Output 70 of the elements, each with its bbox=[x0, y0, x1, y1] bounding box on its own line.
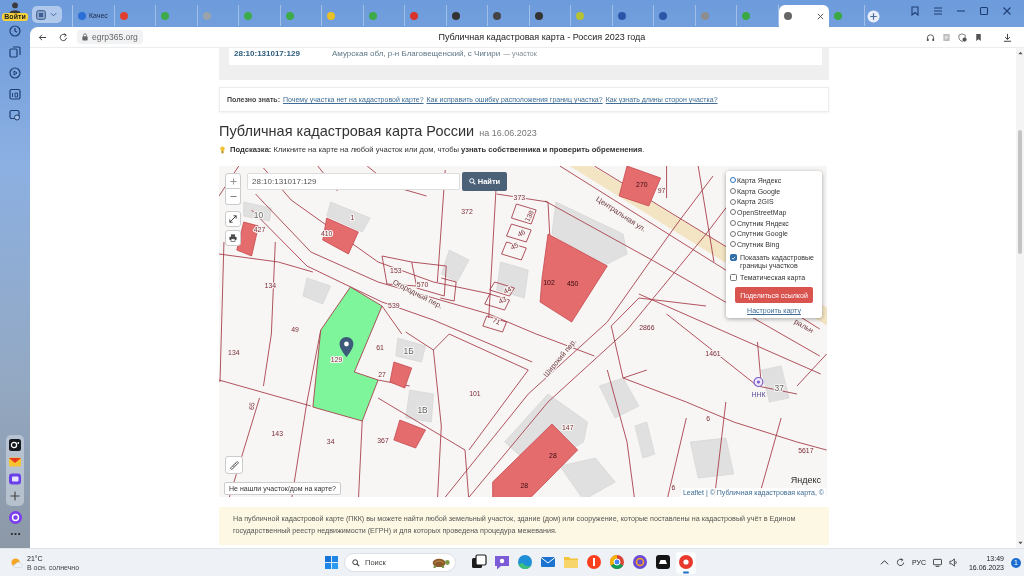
monitor-icon[interactable] bbox=[932, 558, 942, 567]
cards-icon[interactable] bbox=[9, 46, 21, 58]
circle-marker-icon bbox=[753, 376, 764, 388]
radio-button[interactable] bbox=[730, 198, 736, 205]
print-button[interactable] bbox=[225, 230, 241, 246]
radio-button[interactable] bbox=[730, 230, 736, 237]
plus-icon[interactable] bbox=[9, 490, 21, 502]
ribbon-icon[interactable] bbox=[910, 5, 920, 16]
page-title: Публичная кадастровая карта - Россия 2023 года bbox=[438, 32, 646, 42]
radio-button[interactable] bbox=[730, 241, 736, 248]
headphones-icon[interactable] bbox=[926, 32, 935, 42]
bookmark-icon[interactable] bbox=[974, 32, 983, 42]
close-icon[interactable] bbox=[816, 12, 824, 20]
search-input[interactable]: 28:10:131017:129 bbox=[247, 173, 460, 190]
map-provider-logo: Яндекс bbox=[790, 475, 821, 485]
window-tile-icon[interactable] bbox=[9, 473, 21, 485]
browser-tab[interactable] bbox=[778, 5, 829, 27]
square-icon bbox=[36, 9, 46, 20]
checkbox[interactable] bbox=[730, 274, 737, 282]
expand-icon bbox=[229, 215, 237, 223]
calendar-icon[interactable] bbox=[9, 88, 21, 100]
new-tab-icon[interactable] bbox=[866, 10, 880, 23]
play-icon[interactable] bbox=[9, 67, 21, 79]
camera-tile-icon[interactable] bbox=[9, 439, 21, 451]
house-number: 1Б bbox=[403, 345, 414, 357]
tab-menu-button[interactable] bbox=[32, 6, 62, 23]
map-marker-icon[interactable] bbox=[339, 337, 354, 357]
caret-icon bbox=[50, 12, 57, 17]
search-icon bbox=[468, 178, 476, 185]
four-squares-icon[interactable] bbox=[325, 556, 338, 569]
radio-button[interactable] bbox=[730, 209, 736, 216]
avatar-icon[interactable] bbox=[9, 2, 21, 13]
zoom-in-button[interactable] bbox=[225, 173, 241, 189]
image-frame-icon[interactable] bbox=[9, 109, 21, 121]
more-icon[interactable] bbox=[9, 532, 21, 536]
sync-icon[interactable] bbox=[895, 558, 905, 567]
envelope-icon[interactable] bbox=[9, 456, 21, 468]
heading-date: на 16.06.2023 bbox=[479, 127, 537, 140]
ruler-icon bbox=[229, 460, 239, 470]
cadastral-number: 28:10:131017:129 bbox=[234, 48, 301, 60]
printer-icon bbox=[229, 234, 237, 242]
page-heading: Публичная кадастровая карта России bbox=[219, 123, 475, 139]
maximize-icon[interactable] bbox=[979, 5, 989, 16]
bulb-icon bbox=[220, 146, 225, 154]
plus-icon bbox=[229, 177, 237, 185]
download-icon[interactable] bbox=[1003, 32, 1012, 42]
minus-icon bbox=[229, 195, 237, 198]
address-field[interactable]: egrp365.org bbox=[77, 30, 143, 44]
radio-button[interactable] bbox=[730, 220, 736, 227]
scroll-down-icon[interactable] bbox=[1017, 541, 1023, 545]
radio-button[interactable] bbox=[730, 188, 736, 195]
close-icon[interactable] bbox=[1002, 5, 1012, 16]
fullscreen-button[interactable] bbox=[225, 211, 241, 227]
ruler-button[interactable] bbox=[225, 456, 243, 474]
house-number: 1В bbox=[417, 404, 428, 416]
radio-button[interactable] bbox=[730, 177, 736, 184]
lock-icon bbox=[82, 33, 88, 41]
scrollbar-thumb[interactable] bbox=[1018, 130, 1022, 254]
parcel-address: Амурская обл, р-н Благовещенский, с Чигири bbox=[332, 48, 501, 60]
checkbox[interactable] bbox=[730, 254, 737, 262]
chevron-up-icon[interactable] bbox=[879, 558, 889, 567]
shield-icon[interactable] bbox=[958, 32, 967, 42]
search-icon bbox=[352, 558, 360, 567]
scroll-up-icon[interactable] bbox=[1017, 51, 1023, 55]
clock-icon[interactable] bbox=[9, 25, 21, 37]
speaker-icon[interactable] bbox=[948, 558, 958, 567]
back-icon[interactable] bbox=[38, 32, 47, 42]
scrollbar[interactable] bbox=[1016, 48, 1024, 548]
ring-circle-icon[interactable] bbox=[8, 511, 22, 524]
reload-icon[interactable] bbox=[59, 32, 68, 42]
